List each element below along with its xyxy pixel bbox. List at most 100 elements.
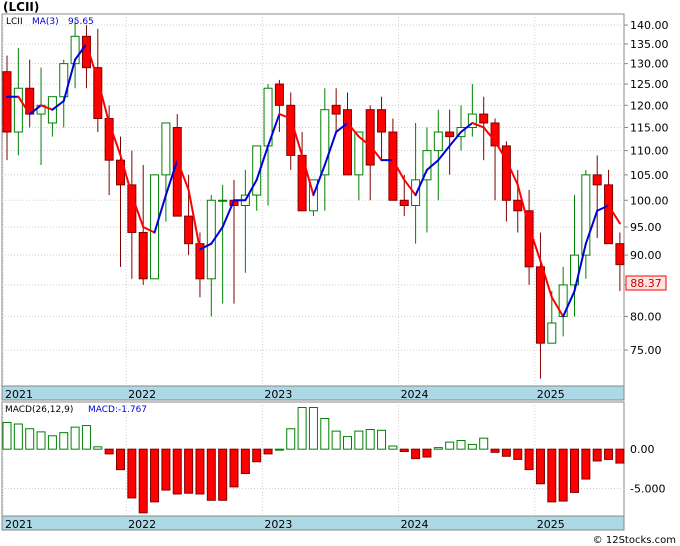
- macd-bar-positive: [308, 407, 318, 450]
- price-x-label: 2021: [5, 388, 33, 401]
- macd-bar-positive: [70, 426, 80, 450]
- candle-down: [445, 131, 455, 138]
- macd-bar-negative: [252, 448, 262, 463]
- price-x-label: 2025: [537, 388, 565, 401]
- macd-bar-negative: [218, 448, 228, 501]
- macd-bar-negative: [422, 448, 432, 458]
- candle-down: [615, 243, 625, 266]
- candle-down: [343, 109, 352, 176]
- macd-bar-positive: [13, 423, 23, 450]
- macd-bar-negative: [547, 448, 557, 503]
- price-y-axis: 140.00 135.00 130.00 125.00 120.00 115.00 110.…: [624, 19, 669, 357]
- macd-bar-negative: [138, 448, 148, 514]
- macd-bar-positive: [467, 443, 477, 450]
- candle-down: [513, 199, 523, 212]
- macd-bar-negative: [229, 448, 239, 488]
- price-y-tick-label: 110.00: [630, 145, 669, 158]
- candle-down: [184, 215, 194, 245]
- macd-bar-negative: [570, 448, 579, 493]
- macd-bar-negative: [581, 448, 591, 480]
- macd-bar-positive: [286, 428, 296, 450]
- candle-up: [161, 122, 171, 176]
- candle-up: [218, 199, 228, 202]
- price-x-label: 2024: [401, 388, 429, 401]
- candle-down: [535, 266, 545, 344]
- candle-down: [365, 109, 375, 166]
- price-y-tick-label: 115.00: [630, 121, 669, 134]
- candle-up: [13, 87, 23, 133]
- candle-down: [399, 199, 409, 206]
- price-y-tick-label: 105.00: [630, 169, 669, 182]
- macd-bar-negative: [195, 448, 205, 495]
- price-y-tick-label: 120.00: [630, 99, 669, 112]
- chart-canvas: 140.00 135.00 130.00 125.00 120.00 115.00 110.…: [1, 13, 676, 546]
- macd-bar-positive: [297, 407, 307, 450]
- macd-bar-positive: [25, 428, 35, 450]
- last-price-label: 88.37: [630, 277, 662, 290]
- macd-bar-negative: [263, 448, 273, 455]
- price-y-tick-label: 130.00: [630, 58, 669, 71]
- price-y-tick-label: 95.00: [630, 221, 662, 234]
- macd-x-label: 2022: [128, 518, 156, 531]
- macd-bar-positive: [81, 425, 91, 450]
- price-y-tick-label: 125.00: [630, 78, 669, 91]
- ticker-legend: LCII: [6, 17, 23, 27]
- macd-bar-negative: [206, 448, 216, 501]
- macd-x-label: 2025: [537, 518, 565, 531]
- macd-bar-negative: [104, 448, 114, 455]
- macd-bar-negative: [172, 448, 182, 495]
- macd-legend-value: MACD:-1.767: [88, 405, 147, 415]
- macd-bar-positive: [93, 446, 103, 450]
- macd-x-axis-band: [1, 515, 625, 531]
- macd-bar-negative: [524, 448, 534, 471]
- candle-down: [2, 71, 12, 133]
- macd-bar-negative: [240, 448, 250, 475]
- macd-bar-positive: [36, 431, 46, 450]
- macd-bar-positive: [331, 430, 341, 450]
- macd-bar-positive: [343, 436, 352, 450]
- macd-bar-negative: [161, 448, 171, 491]
- candle-down: [592, 174, 602, 186]
- price-y-tick-label: 80.00: [630, 310, 662, 323]
- candle-down: [331, 104, 341, 115]
- macd-bar-positive: [377, 429, 387, 450]
- candle-down: [377, 109, 387, 133]
- macd-bar-negative: [501, 448, 511, 457]
- macd-bar-positive: [354, 430, 364, 450]
- macd-x-label: 2023: [264, 518, 292, 531]
- price-y-tick-label: 75.00: [630, 344, 662, 357]
- price-x-axis-band: [1, 385, 625, 401]
- macd-y-axis: 0.00 -5.000: [630, 443, 665, 495]
- macd-bar-negative: [116, 448, 125, 471]
- macd-bar-negative: [127, 448, 137, 499]
- candle-up: [433, 131, 443, 152]
- price-x-label: 2022: [128, 388, 156, 401]
- macd-bar-positive: [433, 447, 443, 450]
- macd-bar-negative: [411, 448, 421, 460]
- macd-bar-negative: [558, 448, 568, 502]
- macd-bar-positive: [456, 440, 466, 450]
- macd-bar-positive: [320, 418, 330, 450]
- macd-bar-positive: [274, 448, 284, 451]
- macd-bar-negative: [604, 448, 614, 460]
- macd-x-label: 2021: [5, 518, 33, 531]
- macd-bar-negative: [490, 448, 500, 453]
- candle-down: [138, 231, 148, 280]
- footer-credit: © 12Stocks.com: [593, 535, 676, 546]
- macd-x-label: 2024: [401, 518, 429, 531]
- candle-down: [479, 113, 489, 124]
- macd-bar-positive: [388, 445, 398, 450]
- macd-y-tick-label: 0.00: [630, 443, 655, 456]
- price-y-tick-label: 140.00: [630, 19, 669, 32]
- macd-y-tick-label: -5.000: [630, 482, 665, 495]
- macd-bar-positive: [479, 437, 489, 450]
- macd-bar-negative: [184, 448, 194, 494]
- candle-up: [547, 322, 557, 344]
- price-x-label: 2023: [264, 388, 292, 401]
- macd-bar-negative: [150, 448, 160, 503]
- macd-bar-positive: [59, 432, 69, 450]
- ma-legend-label: MA(3): [32, 17, 59, 27]
- candle-up: [150, 174, 160, 280]
- macd-legend-label: MACD(26,12,9): [5, 405, 73, 415]
- macd-bar-negative: [513, 448, 523, 460]
